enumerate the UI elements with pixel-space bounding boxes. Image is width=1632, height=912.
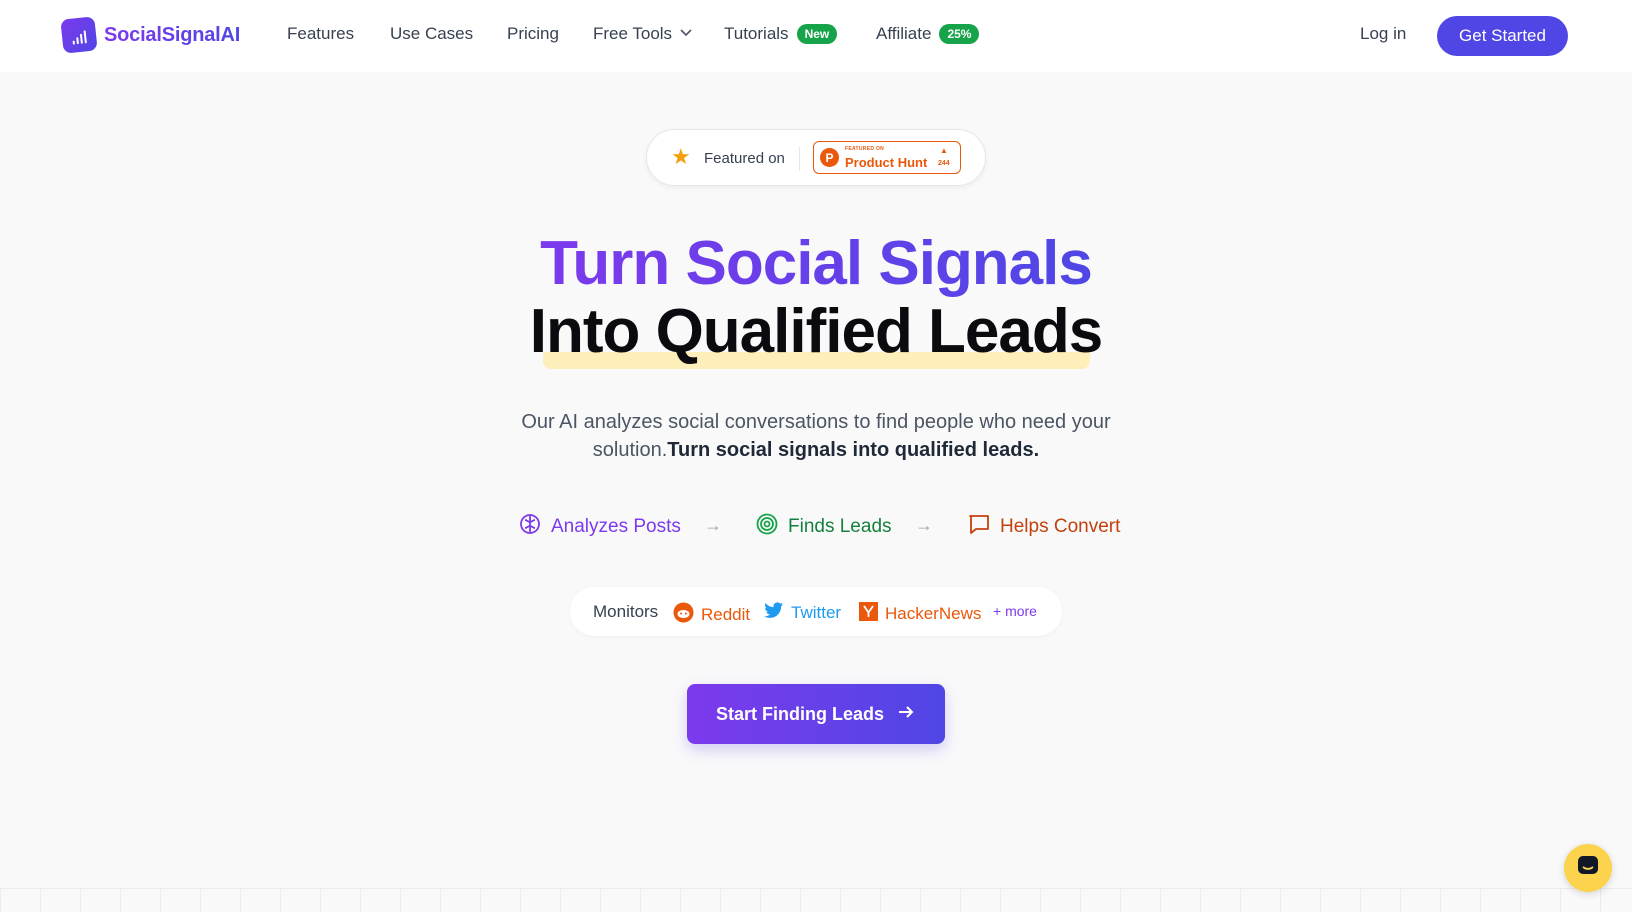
top-navbar: SocialSignalAI Features Use Cases Pricin… [0, 0, 1632, 72]
flow-step-finds-label: Finds Leads [788, 516, 892, 537]
headline-line-1: Turn Social Signals [540, 229, 1093, 298]
product-hunt-icon: P [820, 148, 839, 167]
background-grid [0, 888, 1632, 912]
product-hunt-badge[interactable]: P FEATURED ON Product Hunt ▲ 244 [813, 141, 961, 174]
monitor-twitter: Twitter [764, 602, 841, 624]
monitors-bar: Monitors Reddit Twitter HackerNews + mor… [570, 587, 1062, 636]
nav-tutorials-link[interactable]: Tutorials New [724, 24, 838, 44]
monitor-twitter-label: Twitter [791, 603, 842, 622]
get-started-button[interactable]: Get Started [1437, 16, 1568, 56]
monitor-hackernews: HackerNews [859, 602, 981, 626]
signal-logo-icon [60, 16, 98, 54]
monitor-reddit-label: Reddit [701, 605, 751, 624]
arrow-right-icon: → [915, 515, 933, 535]
commission-badge: 25% [939, 24, 980, 44]
nav-tutorials-label: Tutorials [724, 24, 789, 43]
hackernews-icon [859, 602, 878, 626]
arrow-right-icon [896, 702, 916, 727]
nav-free-tools-dropdown[interactable]: Free Tools [593, 24, 692, 44]
monitor-hackernews-label: HackerNews [885, 604, 982, 623]
target-icon [755, 512, 779, 542]
nav-pricing-link[interactable]: Pricing [507, 24, 559, 44]
start-finding-leads-button[interactable]: Start Finding Leads [687, 684, 945, 744]
monitors-label: Monitors [593, 602, 659, 621]
nav-use-cases-link[interactable]: Use Cases [390, 24, 473, 44]
hero-subtitle-line-1: Our AI analyzes social conversations to … [521, 411, 1111, 433]
featured-on-badge: ★ Featured on P FEATURED ON Product Hunt… [646, 129, 986, 186]
nav-affiliate-label: Affiliate [876, 24, 932, 43]
nav-affiliate-link[interactable]: Affiliate 25% [876, 24, 980, 44]
brain-icon [518, 512, 542, 542]
product-hunt-small-label: FEATURED ON [845, 146, 885, 152]
chevron-down-icon [680, 28, 692, 40]
start-finding-leads-label: Start Finding Leads [715, 703, 884, 724]
flow-step-analyzes: Analyzes Posts [518, 512, 681, 542]
headline-line-2: Into Qualified Leads [529, 297, 1104, 366]
monitors-more-link[interactable]: + more [993, 603, 1037, 619]
flow-step-converts-label: Helps Convert [1000, 516, 1121, 537]
product-hunt-name: Product Hunt [845, 155, 928, 170]
new-badge: New [796, 24, 838, 44]
reddit-icon [673, 602, 694, 628]
arrow-right-icon: → [704, 515, 722, 535]
login-link[interactable]: Log in [1360, 24, 1406, 44]
upvote-count: 244 [938, 160, 950, 167]
monitor-reddit: Reddit [673, 602, 750, 628]
star-icon: ★ [671, 144, 691, 169]
nav-free-tools-label: Free Tools [593, 24, 673, 43]
hero-subtitle-line-2: solution.Turn social signals into qualif… [592, 439, 1040, 461]
chat-icon [1577, 855, 1599, 882]
twitter-bird-icon [764, 602, 784, 624]
flow-step-analyzes-label: Analyzes Posts [551, 516, 681, 537]
featured-on-label: Featured on [704, 150, 785, 167]
flow-step-finds: Finds Leads [755, 512, 892, 542]
divider [799, 147, 800, 171]
brand-name: SocialSignalAI [104, 23, 241, 46]
nav-features-link[interactable]: Features [287, 24, 354, 44]
chat-widget-button[interactable] [1564, 844, 1612, 892]
upvote-icon: ▲ [940, 146, 948, 155]
flow-step-converts: Helps Convert [967, 512, 1120, 542]
brand-logo[interactable]: SocialSignalAI [60, 16, 241, 54]
chat-bubble-icon [967, 512, 991, 542]
